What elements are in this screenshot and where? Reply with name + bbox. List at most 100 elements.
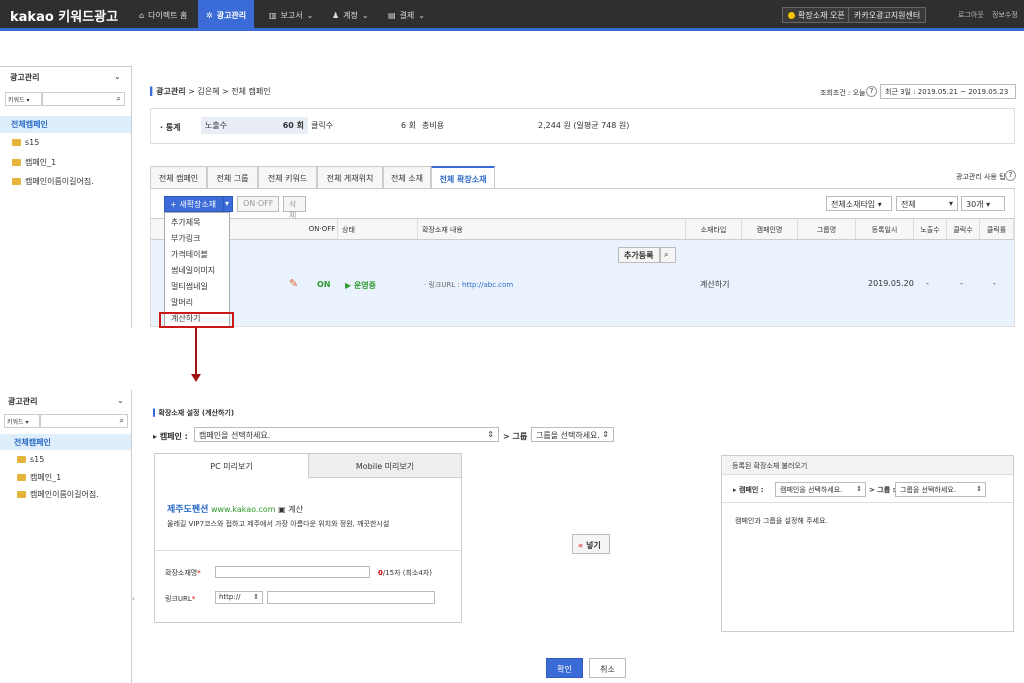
- row-clicks: -: [960, 279, 963, 288]
- help-icon[interactable]: ?: [1005, 170, 1016, 181]
- row-impressions: -: [926, 279, 929, 288]
- move-button[interactable]: « 넣기: [572, 534, 610, 554]
- page-size-select[interactable]: 30개 ▾: [961, 196, 1005, 211]
- highlight-box: [159, 312, 234, 328]
- link-url-input[interactable]: [267, 591, 435, 604]
- sidebar-item-campaign1[interactable]: 캠페인_1: [12, 157, 56, 168]
- stat-clicks-value: 6 회: [401, 121, 416, 130]
- divider: [722, 502, 1013, 503]
- tab-all-placement[interactable]: 전체 게재위치: [317, 166, 383, 188]
- period-select[interactable]: 최근 3일 : 2019.05.21 ~ 2019.05.23: [880, 84, 1016, 99]
- column-ctr[interactable]: 클릭률: [980, 219, 1014, 239]
- kakao-logo[interactable]: kakao 키워드광고: [10, 6, 118, 25]
- add-register-button[interactable]: 추가등록: [618, 247, 660, 263]
- column-status[interactable]: 상태: [338, 219, 418, 239]
- menu-item-prefix[interactable]: 말머리: [165, 294, 199, 309]
- promo-button[interactable]: 확장소재 오픈: [782, 7, 851, 23]
- campaign-select[interactable]: 캠페인을 선택하세요. ⇕: [194, 427, 499, 442]
- sidebar-item-all-campaign[interactable]: 전체캠페인: [0, 434, 131, 450]
- chevron-down-icon: ⌄: [306, 11, 314, 20]
- search-icon[interactable]: ⌕: [117, 94, 121, 104]
- menu-item-sub-link[interactable]: 부가링크: [165, 230, 206, 245]
- column-date: 등록일시: [856, 219, 914, 239]
- divider: [155, 550, 461, 551]
- extension-name-input[interactable]: [215, 566, 370, 578]
- link-label: 링크URL*: [165, 595, 196, 603]
- nav-ad-management[interactable]: ✲ 광고관리: [198, 0, 255, 31]
- nav-direct-home[interactable]: ⌂ 다이렉트 홈: [131, 0, 195, 31]
- right-campaign-select[interactable]: 캠페인을 선택하세요. ⇕: [775, 482, 866, 497]
- confirm-button[interactable]: 확인: [546, 658, 583, 678]
- right-campaign-label: ▸ 캠페인 :: [733, 486, 764, 494]
- chevron-down-icon: ⌄: [418, 11, 425, 20]
- right-group-label: > 그룹 :: [869, 486, 896, 494]
- sidebar-item-campaign1[interactable]: 캠페인_1: [17, 472, 61, 483]
- row-onoff[interactable]: ON: [317, 280, 331, 289]
- chevron-down-icon[interactable]: ⌄: [114, 72, 121, 81]
- nav-payment[interactable]: ▤ 결제 ⌄: [380, 0, 433, 31]
- nav-account[interactable]: ♟ 계정 ⌄: [324, 0, 377, 31]
- sidebar-title: 광고관리: [8, 397, 38, 406]
- group-select[interactable]: 그룹을 선택하세요. ⇕: [531, 427, 614, 442]
- folder-icon: [17, 491, 26, 498]
- creative-type-filter[interactable]: 전체소재타입 ▾: [826, 196, 892, 211]
- protocol-select[interactable]: http://⇕: [215, 591, 263, 604]
- menu-item-multi-thumbnail[interactable]: 멀티썸네일: [165, 278, 214, 293]
- chevron-down-icon[interactable]: ⌄: [117, 396, 124, 405]
- column-type: 소재타입: [686, 219, 742, 239]
- sidebar-item-s15[interactable]: s15: [17, 455, 44, 464]
- sidebar-search-input[interactable]: ⌕: [42, 92, 125, 106]
- row-type: 계산하기: [700, 280, 730, 289]
- new-extension-button[interactable]: + 새확장소재: [164, 196, 224, 212]
- row-ctr: -: [993, 279, 996, 288]
- sidebar-filter-select[interactable]: 키워드 ▾: [4, 414, 40, 428]
- onoff-button[interactable]: ON·OFF: [237, 196, 279, 212]
- delete-button[interactable]: 삭제: [283, 196, 306, 220]
- logout-link[interactable]: 로그아웃: [958, 10, 984, 20]
- tab-all-creative[interactable]: 전체 소재: [383, 166, 431, 188]
- sidebar-filter-select[interactable]: 키워드 ▾: [5, 92, 42, 106]
- cancel-button[interactable]: 취소: [589, 658, 626, 678]
- menu-item-price-table[interactable]: 가격테이블: [165, 246, 214, 261]
- profile-edit-link[interactable]: 정보수정: [992, 10, 1018, 20]
- collapse-handle-icon[interactable]: ‹: [132, 595, 135, 603]
- support-center-button[interactable]: 카카오광고지원센터: [848, 7, 927, 23]
- menu-item-thumbnail[interactable]: 썸네일이미지: [165, 262, 221, 277]
- search-icon[interactable]: ⌕: [660, 247, 676, 263]
- folder-icon: [12, 178, 21, 185]
- sidebar-item-long-campaign[interactable]: 캠페인이름이길어짐.: [12, 176, 94, 187]
- group-label: > 그룹 :: [503, 432, 534, 441]
- chevron-down-icon: ⌄: [361, 11, 369, 20]
- tab-all-campaign[interactable]: 전체 캠페인: [150, 166, 207, 188]
- status-filter[interactable]: 전체 ▾: [896, 196, 958, 211]
- column-impressions[interactable]: 노출수: [914, 219, 947, 239]
- tab-all-group[interactable]: 전체 그룹: [207, 166, 258, 188]
- tab-all-extension[interactable]: 전체 확장소재: [431, 166, 495, 188]
- column-clicks[interactable]: 클릭수: [947, 219, 980, 239]
- menu-item-extra-title[interactable]: 추가제목: [165, 214, 206, 229]
- arrow-down-icon: [191, 374, 201, 382]
- row-status: ▶ 운영중: [345, 281, 377, 290]
- row-link: · 링크URL : http://abc.com: [424, 281, 514, 289]
- form-title: ▍확장소재 설정 (계산하기): [153, 409, 235, 417]
- name-label: 확장소재명*: [165, 569, 201, 577]
- sidebar-item-s15[interactable]: s15: [12, 138, 39, 147]
- stat-cost-label: 총비용: [422, 121, 445, 130]
- sidebar-item-all-campaign[interactable]: 전체캠페인: [0, 116, 131, 133]
- sidebar-search-input[interactable]: ⌕: [40, 414, 128, 428]
- right-group-select[interactable]: 그룹을 선택하세요. ⇕: [895, 482, 986, 497]
- period-label: 조회조건 : 오늘: [820, 89, 866, 97]
- campaign-label: ▸ 캠페인 :: [153, 432, 188, 441]
- usage-tip-link[interactable]: 광고관리 사용 팁: [956, 172, 1006, 182]
- tab-pc-preview[interactable]: PC 미리보기: [155, 454, 308, 478]
- edit-icon[interactable]: ✎: [289, 277, 298, 290]
- breadcrumb: ▍광고관리 > 김은혜 > 전체 캠페인: [150, 87, 271, 96]
- preview-description: 올레길 VIP7코스와 접하고 제주에서 가장 아름다운 위치와 정원, 깨끗한…: [167, 520, 390, 528]
- search-icon[interactable]: ⌕: [120, 416, 124, 426]
- tab-all-keyword[interactable]: 전체 키워드: [258, 166, 317, 188]
- sidebar-item-long-campaign[interactable]: 캠페인이름이길어짐.: [17, 489, 99, 500]
- help-icon[interactable]: ?: [866, 86, 877, 97]
- chevron-down-icon[interactable]: ▾: [223, 196, 233, 212]
- tab-mobile-preview[interactable]: Mobile 미리보기: [308, 454, 461, 478]
- nav-report[interactable]: ▥ 보고서 ⌄: [261, 0, 321, 31]
